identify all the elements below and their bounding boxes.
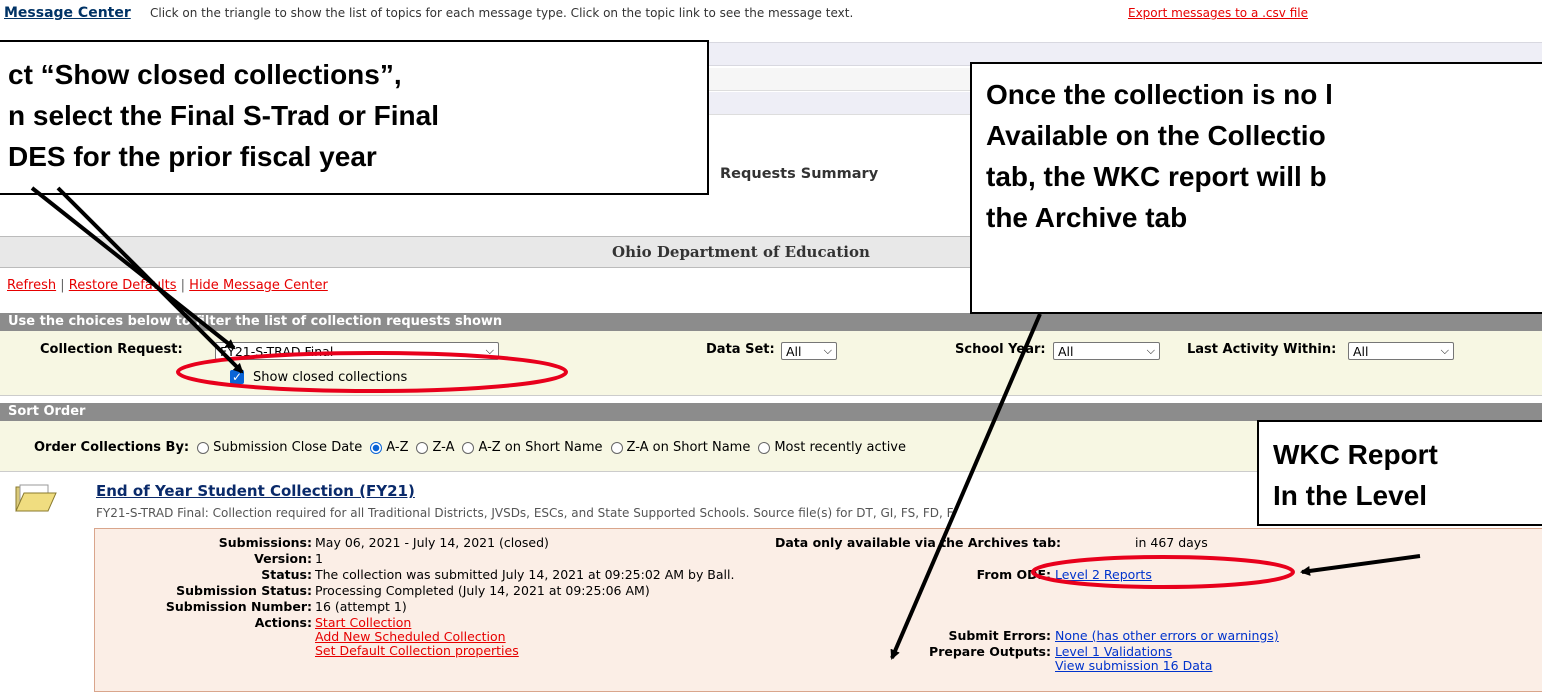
highlight-ellipse: [1031, 555, 1295, 589]
highlight-ellipse: [176, 351, 568, 393]
annotation-arrow: [890, 313, 1042, 660]
annotation-arrow: [30, 186, 236, 350]
annotation-arrow: [56, 186, 244, 374]
annotation-arrow: [1300, 554, 1421, 576]
annotation-overlay: [30, 186, 1421, 660]
